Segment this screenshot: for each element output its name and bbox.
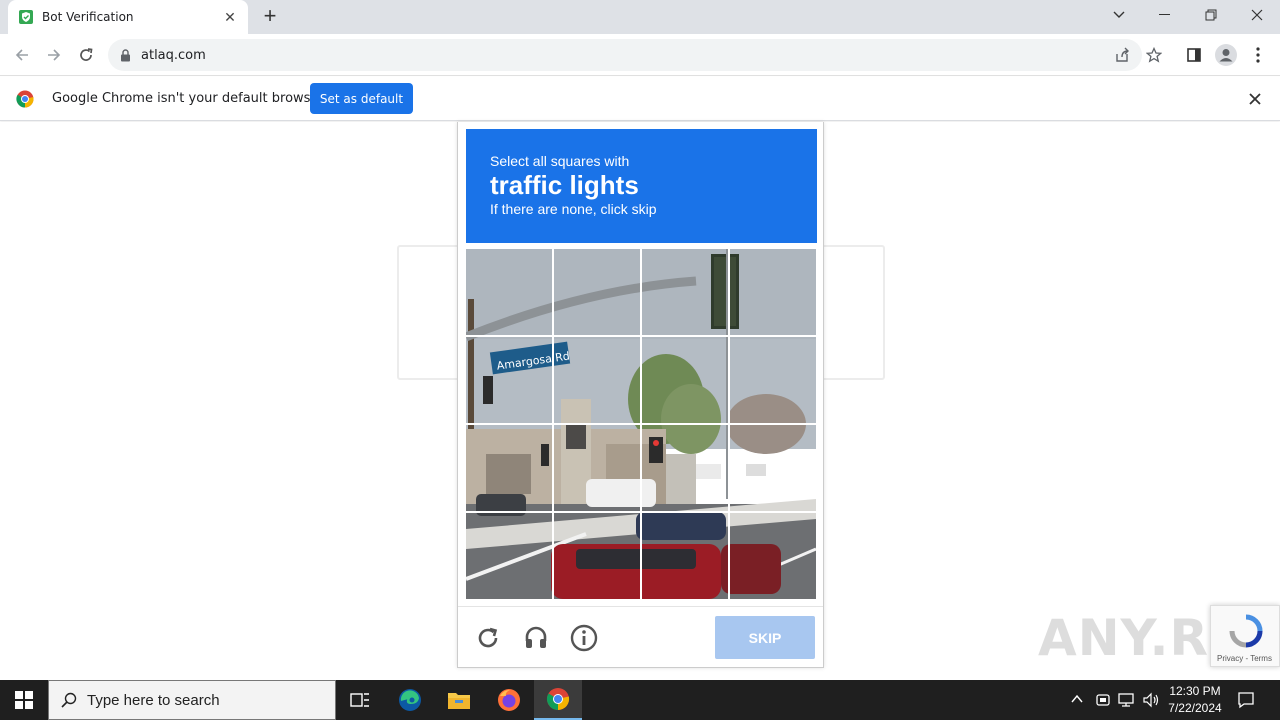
search-placeholder: Type here to search — [87, 691, 220, 709]
meet-now-icon[interactable] — [1095, 692, 1111, 713]
grid-tile-14[interactable] — [554, 513, 640, 599]
close-window-button[interactable] — [1234, 0, 1280, 30]
volume-icon[interactable] — [1142, 692, 1160, 713]
audio-challenge-icon[interactable] — [521, 623, 551, 653]
side-panel-icon[interactable] — [1180, 41, 1208, 69]
recaptcha-badge[interactable]: Privacy - Terms — [1210, 605, 1280, 667]
page-content: Select all squares with traffic lights I… — [0, 122, 1280, 680]
challenge-instruction: Select all squares with — [490, 153, 630, 169]
forward-button[interactable] — [40, 41, 68, 69]
image-grid: Amargosa Rd — [466, 249, 816, 599]
grid-tile-15[interactable] — [642, 513, 728, 599]
chevron-up-icon[interactable] — [1070, 692, 1084, 711]
lock-icon — [121, 48, 130, 61]
infobar-close-icon[interactable] — [1247, 91, 1263, 112]
notification-icon[interactable] — [1237, 691, 1255, 714]
challenge-hint: If there are none, click skip — [490, 201, 657, 217]
set-as-default-button[interactable]: Set as default — [310, 83, 413, 114]
reload-button[interactable] — [72, 41, 100, 69]
tab-strip: Bot Verification ✕ + — [0, 0, 1280, 34]
chrome-logo-icon — [16, 90, 34, 108]
grid-tile-11[interactable] — [642, 425, 728, 511]
grid-tile-3[interactable] — [642, 249, 728, 335]
challenge-header: Select all squares with traffic lights I… — [466, 129, 817, 243]
challenge-footer: SKIP — [458, 606, 823, 668]
grid-tile-10[interactable] — [554, 425, 640, 511]
shield-favicon-icon — [19, 10, 33, 24]
clock-time: 12:30 PM — [1169, 684, 1221, 698]
windows-start-icon[interactable] — [0, 680, 48, 720]
privacy-terms-links[interactable]: Privacy - Terms — [1217, 654, 1272, 663]
restore-button[interactable] — [1188, 0, 1234, 30]
edge-icon[interactable] — [386, 680, 434, 720]
browser-toolbar: atlaq.com — [0, 34, 1280, 76]
taskbar-search-box[interactable]: Type here to search — [48, 680, 336, 720]
profile-avatar-icon[interactable] — [1212, 41, 1240, 69]
challenge-target: traffic lights — [490, 170, 639, 200]
minimize-button[interactable] — [1142, 0, 1188, 30]
new-tab-button[interactable]: + — [258, 5, 282, 29]
grid-tile-8[interactable] — [730, 337, 816, 423]
infobar-message: Google Chrome isn't your default browser — [52, 91, 324, 106]
search-icon — [61, 692, 77, 708]
grid-tile-2[interactable] — [554, 249, 640, 335]
url-text: atlaq.com — [141, 47, 206, 63]
grid-tile-4[interactable] — [730, 249, 816, 335]
back-button[interactable] — [8, 41, 36, 69]
firefox-icon[interactable] — [485, 680, 533, 720]
recaptcha-logo-icon — [1229, 614, 1263, 648]
task-view-icon[interactable] — [336, 680, 384, 720]
network-icon[interactable] — [1118, 692, 1136, 713]
grid-tile-13[interactable] — [466, 513, 552, 599]
chrome-taskbar-icon[interactable] — [534, 680, 582, 720]
system-clock[interactable]: 12:30 PM 7/22/2024 — [1160, 683, 1230, 717]
address-bar[interactable]: atlaq.com — [108, 39, 1142, 71]
grid-tile-9[interactable] — [466, 425, 552, 511]
share-icon[interactable] — [1108, 41, 1136, 69]
tab-title: Bot Verification — [42, 10, 134, 24]
grid-tile-5[interactable] — [466, 337, 552, 423]
tab-search-chevron-icon[interactable] — [1096, 0, 1142, 30]
tab-close-icon[interactable]: ✕ — [222, 9, 238, 26]
grid-tile-6[interactable] — [554, 337, 640, 423]
grid-tile-12[interactable] — [730, 425, 816, 511]
clock-date: 7/22/2024 — [1168, 701, 1222, 715]
recaptcha-challenge-popup: Select all squares with traffic lights I… — [457, 122, 824, 668]
default-browser-infobar: Google Chrome isn't your default browser… — [0, 77, 1280, 121]
skip-button[interactable]: SKIP — [715, 616, 815, 659]
browser-tab[interactable]: Bot Verification ✕ — [8, 0, 248, 34]
bookmark-star-icon[interactable] — [1140, 41, 1168, 69]
info-icon[interactable] — [569, 623, 599, 653]
grid-tile-16[interactable] — [730, 513, 816, 599]
menu-kebab-icon[interactable] — [1244, 41, 1272, 69]
reload-challenge-icon[interactable] — [473, 623, 503, 653]
windows-taskbar: Type here to search 12:30 PM 7/22/2024 — [0, 680, 1280, 720]
grid-tile-1[interactable] — [466, 249, 552, 335]
file-explorer-icon[interactable] — [435, 680, 483, 720]
grid-tile-7[interactable] — [642, 337, 728, 423]
